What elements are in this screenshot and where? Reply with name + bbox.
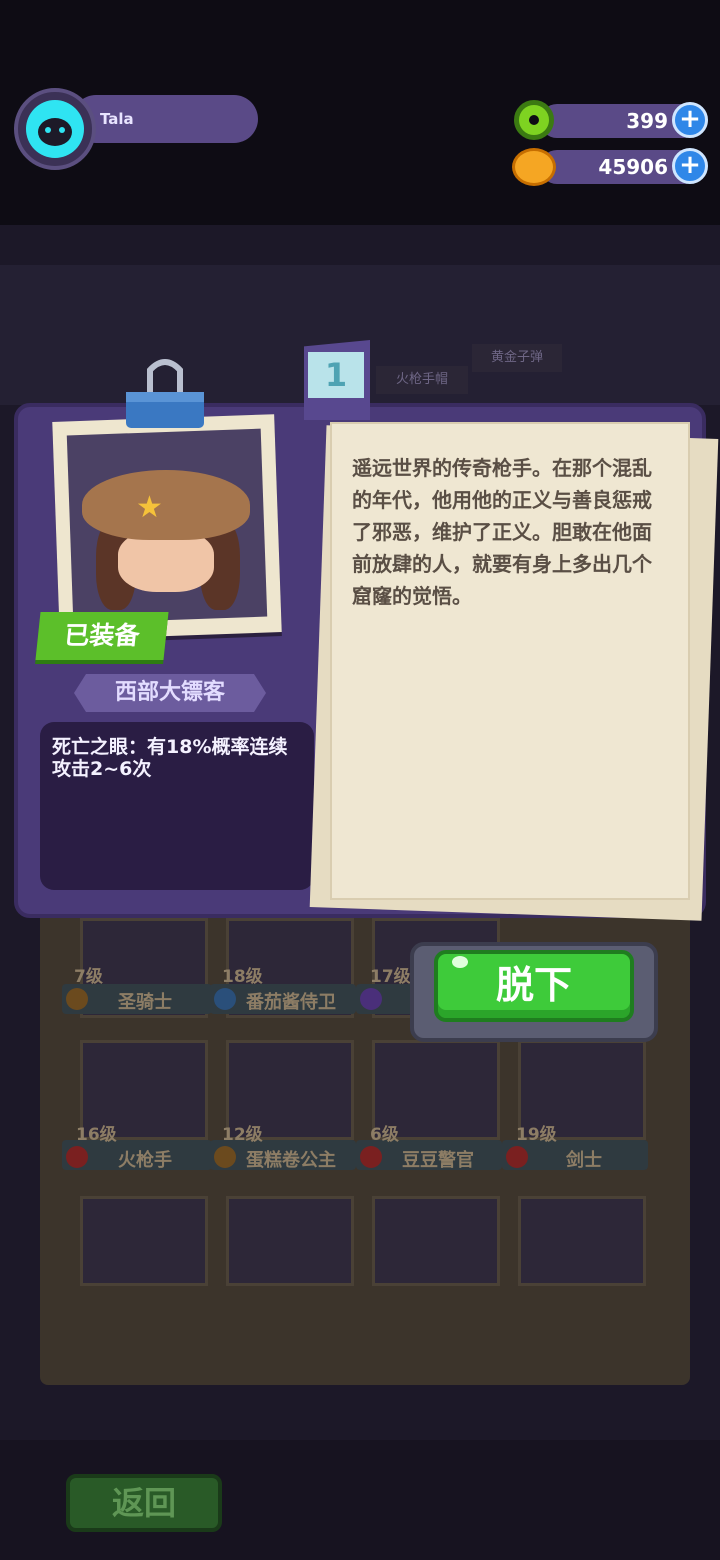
hero-card[interactable]: [80, 1196, 208, 1286]
hero-name: 火枪手: [118, 1150, 172, 1171]
hero-name: 蛋糕卷公主: [246, 1150, 336, 1171]
hero-level: 12级: [222, 1125, 263, 1145]
hero-name: 番茄酱侍卫: [246, 992, 336, 1013]
avatar[interactable]: [26, 100, 84, 158]
hero-level: 6级: [370, 1125, 399, 1145]
skill-description: 死亡之眼：有18%概率连续攻击2~6次: [52, 736, 288, 780]
cat-face-icon: [38, 106, 72, 146]
character-name: 西部大镖客: [114, 680, 225, 705]
hero-level: 18级: [222, 967, 263, 987]
hero-level: 19级: [516, 1125, 557, 1145]
character-lore: 遥远世界的传奇枪手。在那个混乱的年代，他用他的正义与善良惩戒了邪恶，维护了正义。…: [352, 456, 652, 608]
add-coins-button[interactable]: +: [672, 148, 708, 184]
page-number: 1: [308, 352, 364, 398]
hero-card[interactable]: [372, 1196, 500, 1286]
hero-name: 剑士: [566, 1150, 602, 1171]
star-icon: ★: [136, 490, 163, 525]
back-button[interactable]: 返回: [66, 1474, 222, 1532]
add-gems-button[interactable]: +: [672, 102, 708, 138]
gem-count: 399: [626, 109, 668, 133]
shield-icon: [360, 1146, 382, 1168]
shield-icon: [214, 1146, 236, 1168]
hero-level: 16级: [76, 1125, 117, 1145]
shield-icon: [214, 988, 236, 1010]
shield-icon: [66, 988, 88, 1010]
hero-level: 17级: [370, 967, 411, 987]
shelf-label: 火枪手帽: [376, 366, 468, 394]
cowboy-hat-icon: [82, 470, 250, 540]
hero-name: 圣骑士: [118, 992, 172, 1013]
button-shine: [452, 956, 468, 968]
coin-count: 45906: [598, 155, 668, 179]
player-name: Tala: [100, 110, 134, 128]
equipped-badge: 已装备: [35, 612, 169, 660]
hero-card[interactable]: [226, 1196, 354, 1286]
hero-level: 7级: [74, 967, 103, 987]
binder-clip-icon: [126, 359, 204, 428]
shield-icon: [66, 1146, 88, 1168]
shield-icon: [360, 988, 382, 1010]
shield-icon: [506, 1146, 528, 1168]
hero-name: 豆豆警官: [402, 1150, 474, 1171]
hero-card[interactable]: [518, 1196, 646, 1286]
shelf-label: 黄金子弹: [472, 344, 562, 372]
